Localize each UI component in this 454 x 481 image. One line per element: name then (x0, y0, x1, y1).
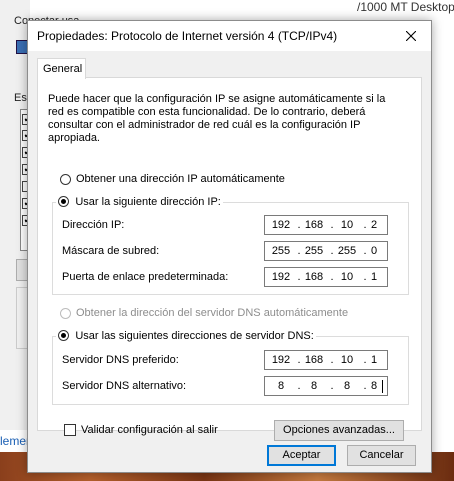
ip-octet: 192 (271, 354, 291, 366)
dns-auto-radio[interactable] (60, 308, 71, 319)
ip-octet: 255 (271, 245, 291, 257)
ip-octet: 10 (340, 354, 354, 366)
dns-auto-label[interactable]: Obtener la dirección del servidor DNS au… (76, 307, 348, 319)
alternate-dns-field[interactable]: 8 . 8 . 8 . 8 (264, 376, 388, 396)
ip-octet: 2 (370, 219, 378, 231)
tab-general[interactable]: General (37, 58, 86, 79)
close-icon (406, 31, 416, 41)
cancel-button[interactable]: Cancelar (347, 445, 416, 466)
ip-octet: 8 (370, 380, 378, 392)
ip-octet: 1 (370, 271, 378, 283)
ip-address-label: Dirección IP: (62, 219, 125, 231)
ip-octet: 168 (304, 219, 324, 231)
text-caret (382, 380, 383, 393)
preferred-dns-field[interactable]: 192 . 168 . 10 . 1 (264, 350, 388, 370)
ip-octet: 192 (271, 271, 291, 283)
dns-manual-label[interactable]: Usar las siguientes direcciones de servi… (75, 330, 313, 342)
ip-manual-radio[interactable] (58, 196, 69, 208)
advanced-options-button[interactable]: Opciones avanzadas... (274, 420, 404, 441)
ip-address-field[interactable]: 192 . 168 . 10 . 2 (264, 215, 388, 235)
accept-button[interactable]: Aceptar (267, 445, 336, 466)
subnet-mask-label: Máscara de subred: (62, 245, 160, 257)
ip-octet: 168 (304, 354, 324, 366)
validate-label[interactable]: Validar configuración al salir (81, 424, 218, 436)
dns-manual-radio[interactable] (58, 330, 69, 342)
ip-octet: 255 (337, 245, 357, 257)
ip-octet: 8 (343, 380, 351, 392)
ip-octet: 1 (370, 354, 378, 366)
gateway-label: Puerta de enlace predeterminada: (62, 271, 229, 283)
tcpipv4-properties-dialog: Propiedades: Protocolo de Internet versi… (27, 20, 432, 473)
ip-octet: 0 (370, 245, 378, 257)
ip-octet: 10 (340, 219, 354, 231)
background-window-title: /1000 MT Desktop (357, 0, 454, 14)
tab-general-label: General (43, 63, 83, 75)
ip-auto-radio[interactable] (60, 174, 71, 185)
subnet-mask-field[interactable]: 255 . 255 . 255 . 0 (264, 241, 388, 261)
ip-auto-label[interactable]: Obtener una dirección IP automáticamente (76, 173, 285, 185)
gateway-field[interactable]: 192 . 168 . 10 . 1 (264, 267, 388, 287)
ip-octet: 168 (304, 271, 324, 283)
preferred-dns-label: Servidor DNS preferido: (62, 354, 179, 366)
ip-manual-legend: Usar la siguiente dirección IP: (56, 194, 223, 208)
alternate-dns-label: Servidor DNS alternativo: (62, 380, 187, 392)
dialog-title: Propiedades: Protocolo de Internet versi… (37, 29, 338, 43)
ip-octet: 255 (304, 245, 324, 257)
ip-octet: 8 (277, 380, 285, 392)
validate-checkbox[interactable] (64, 424, 76, 436)
description-text: Puede hacer que la configuración IP se a… (48, 93, 386, 144)
ip-octet: 10 (340, 271, 354, 283)
dialog-titlebar[interactable]: Propiedades: Protocolo de Internet versi… (28, 21, 431, 51)
ip-octet: 192 (271, 219, 291, 231)
ip-octet: 8 (310, 380, 318, 392)
general-panel: Puede hacer que la configuración IP se a… (37, 77, 422, 441)
close-button[interactable] (391, 21, 431, 51)
ip-manual-label[interactable]: Usar la siguiente dirección IP: (75, 196, 221, 208)
dns-manual-legend: Usar las siguientes direcciones de servi… (56, 328, 316, 342)
